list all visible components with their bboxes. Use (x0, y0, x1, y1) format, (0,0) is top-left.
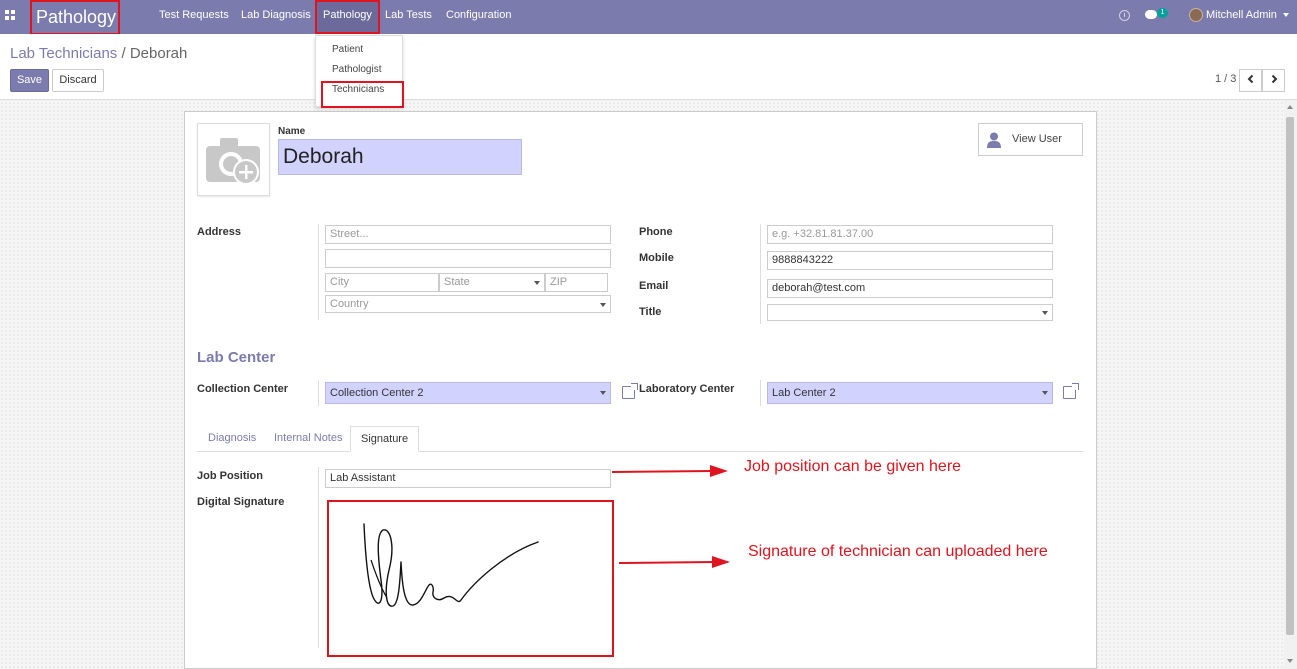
signature-annotation: Signature of technician can uploaded her… (748, 543, 1048, 560)
dropdown-item-pathologist[interactable]: Pathologist (332, 64, 381, 75)
dropdown-item-patient[interactable]: Patient (332, 44, 363, 55)
job-position-annotation: Job position can be given here (744, 458, 962, 475)
technicians-highlight-box (321, 81, 404, 108)
annotation-arrows (611, 465, 730, 568)
pathology-dropdown: Patient Pathologist Technicians (315, 35, 404, 108)
